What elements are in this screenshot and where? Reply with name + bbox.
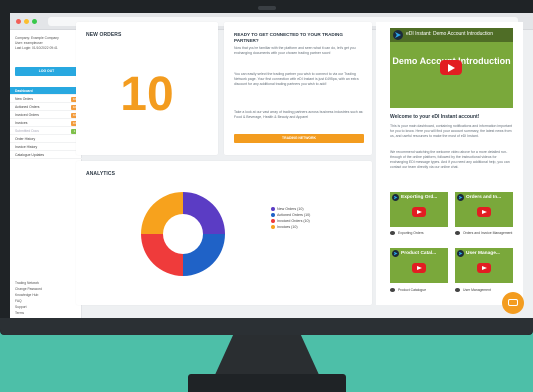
right-panel: eDI Instant: Demo Account Introduction D… bbox=[376, 22, 523, 305]
monitor-stand-base bbox=[188, 374, 346, 392]
sidebar-item-new-orders[interactable]: New Orders 10 bbox=[10, 95, 82, 103]
eye-icon bbox=[455, 288, 460, 292]
legend-label: New Orders (10) bbox=[277, 207, 304, 211]
donut-slice-0[interactable] bbox=[183, 192, 225, 234]
camera-notch bbox=[258, 6, 276, 10]
sidebar-item-label: Invoices bbox=[15, 121, 28, 125]
eye-icon bbox=[390, 288, 395, 292]
account-last-login: Last Login: 01/10/2022 09:41 bbox=[15, 46, 58, 50]
thumb-caption-text: Orders and Invoice Management bbox=[463, 231, 513, 235]
sidebar-item-label: Catalogue Updates bbox=[15, 153, 45, 157]
donut-slice-2[interactable] bbox=[141, 234, 183, 276]
video-thumb-user-management[interactable]: User Manage... bbox=[455, 248, 513, 283]
new-orders-card[interactable]: NEW ORDERS 10 bbox=[76, 22, 218, 155]
sidebar-item-dashboard[interactable]: Dashboard bbox=[10, 87, 82, 95]
connect-paragraph-1: Now that you're familiar with the platfo… bbox=[234, 46, 356, 55]
minimize-dot[interactable] bbox=[24, 19, 29, 24]
new-orders-count: 10 bbox=[120, 68, 174, 121]
video-thumb-product-catalogue[interactable]: Product Catal... bbox=[390, 248, 448, 283]
play-icon[interactable] bbox=[412, 263, 426, 273]
maximize-dot[interactable] bbox=[32, 19, 37, 24]
legend-swatch bbox=[271, 219, 275, 223]
connect-title: READY TO GET CONNECTED TO YOUR TRADING P… bbox=[234, 32, 343, 43]
video-thumb-exporting-orders[interactable]: Exporting Ord... bbox=[390, 192, 448, 227]
thumb-caption-text: Exporting Orders bbox=[398, 231, 424, 235]
welcome-paragraph-2: We recommend watching the welcome video … bbox=[390, 150, 510, 169]
legend-item[interactable]: Invoices (10) bbox=[271, 224, 310, 230]
monitor-stand-neck bbox=[214, 335, 320, 377]
analytics-title: ANALYTICS bbox=[86, 171, 116, 177]
thumb-caption: Orders and Invoice Management bbox=[455, 231, 513, 235]
close-dot[interactable] bbox=[16, 19, 21, 24]
sidebar-item-label: Submitted Docs bbox=[15, 129, 39, 133]
thumb-title: Orders and In... bbox=[466, 195, 502, 200]
welcome-paragraph-1: This is your main dashboard, containing … bbox=[390, 124, 512, 138]
sidebar-item-order-history[interactable]: Order History bbox=[10, 135, 82, 143]
account-info: Company: Example Company User: exampleus… bbox=[15, 36, 77, 51]
eye-icon bbox=[390, 231, 395, 235]
legend-swatch bbox=[271, 207, 275, 211]
sidebar-item-label: Dashboard bbox=[15, 89, 33, 93]
thumb-caption-text: User Management bbox=[463, 288, 491, 292]
edi-logo-icon bbox=[457, 250, 464, 257]
legend-swatch bbox=[271, 225, 275, 229]
main-content: NEW ORDERS 10 READY TO GET CONNECTED TO … bbox=[76, 22, 372, 305]
legend-label: Invoices (10) bbox=[277, 225, 298, 229]
sidebar-item-invoiced-orders[interactable]: Invoiced Orders 10 bbox=[10, 111, 82, 119]
monitor-chin bbox=[0, 318, 533, 335]
play-icon[interactable] bbox=[440, 60, 462, 75]
welcome-heading: Welcome to your eDI Instant account! bbox=[390, 114, 480, 120]
sidebar-item-label: Actioned Orders bbox=[15, 105, 40, 109]
analytics-donut-chart bbox=[141, 192, 225, 276]
sidebar-item-label: Invoice History bbox=[15, 145, 38, 149]
thumb-caption: Exporting Orders bbox=[390, 231, 448, 235]
sidebar-item-submitted-docs[interactable]: Submitted Docs 1 bbox=[10, 127, 82, 135]
sidebar-item-invoices[interactable]: Invoices 10 bbox=[10, 119, 82, 127]
chart-legend: New Orders (10) Actioned Orders (10) Invoi… bbox=[271, 206, 310, 230]
thumb-caption-text: Product Catalogue bbox=[398, 288, 427, 292]
thumb-title: User Manage... bbox=[466, 251, 500, 256]
sidebar-footer: Trading Network Change Password Knowledg… bbox=[10, 280, 82, 316]
edi-logo-icon bbox=[392, 250, 399, 257]
chat-button[interactable] bbox=[502, 292, 524, 314]
logout-button[interactable]: LOG OUT bbox=[15, 67, 78, 76]
analytics-card: ANALYTICS New Orders (10) Actioned Orders… bbox=[76, 161, 372, 305]
play-icon[interactable] bbox=[412, 207, 426, 217]
sidebar-item-label: New Orders bbox=[15, 97, 34, 101]
play-icon[interactable] bbox=[477, 263, 491, 273]
sidebar-item-label: Invoiced Orders bbox=[15, 113, 39, 117]
thumb-title: Product Catal... bbox=[401, 251, 437, 256]
edi-logo-icon bbox=[392, 194, 399, 201]
donut-slice-3[interactable] bbox=[141, 192, 183, 234]
donut-slice-1[interactable] bbox=[183, 234, 225, 276]
eye-icon bbox=[455, 231, 460, 235]
sidebar-nav: Dashboard New Orders 10 Actioned Orders 10… bbox=[10, 87, 82, 159]
thumb-title: Exporting Ord... bbox=[401, 195, 438, 200]
new-orders-title: NEW ORDERS bbox=[86, 32, 122, 38]
connect-card: READY TO GET CONNECTED TO YOUR TRADING P… bbox=[224, 22, 372, 155]
legend-label: Invoiced Orders (10) bbox=[277, 219, 310, 223]
connect-paragraph-2: You can easily select the trading partne… bbox=[234, 72, 359, 86]
sidebar: Company: Example Company User: exampleus… bbox=[10, 30, 82, 318]
sidebar-item-actioned-orders[interactable]: Actioned Orders 10 bbox=[10, 103, 82, 111]
intro-video[interactable]: eDI Instant: Demo Account Introduction D… bbox=[390, 28, 513, 108]
video-heading: eDI Instant: Demo Account Introduction bbox=[406, 31, 493, 37]
sidebar-item-catalogue-updates[interactable]: Catalogue Updates bbox=[10, 151, 82, 159]
legend-label: Actioned Orders (10) bbox=[277, 213, 311, 217]
legend-swatch bbox=[271, 213, 275, 217]
thumb-caption: Product Catalogue bbox=[390, 288, 448, 292]
trading-network-button[interactable]: TRADING NETWORK bbox=[234, 134, 364, 143]
connect-paragraph-3: Take a look at our vast array of trading… bbox=[234, 110, 364, 119]
sidebar-item-invoice-history[interactable]: Invoice History bbox=[10, 143, 82, 151]
footer-link-terms[interactable]: Terms bbox=[10, 310, 82, 316]
video-thumb-orders-invoice[interactable]: Orders and In... bbox=[455, 192, 513, 227]
edi-logo-icon bbox=[457, 194, 464, 201]
thumb-caption: User Management bbox=[455, 288, 513, 292]
sidebar-item-label: Order History bbox=[15, 137, 36, 141]
video-header: eDI Instant: Demo Account Introduction bbox=[390, 28, 513, 42]
chat-icon bbox=[508, 299, 518, 306]
play-icon[interactable] bbox=[477, 207, 491, 217]
edi-logo-icon bbox=[393, 30, 403, 40]
